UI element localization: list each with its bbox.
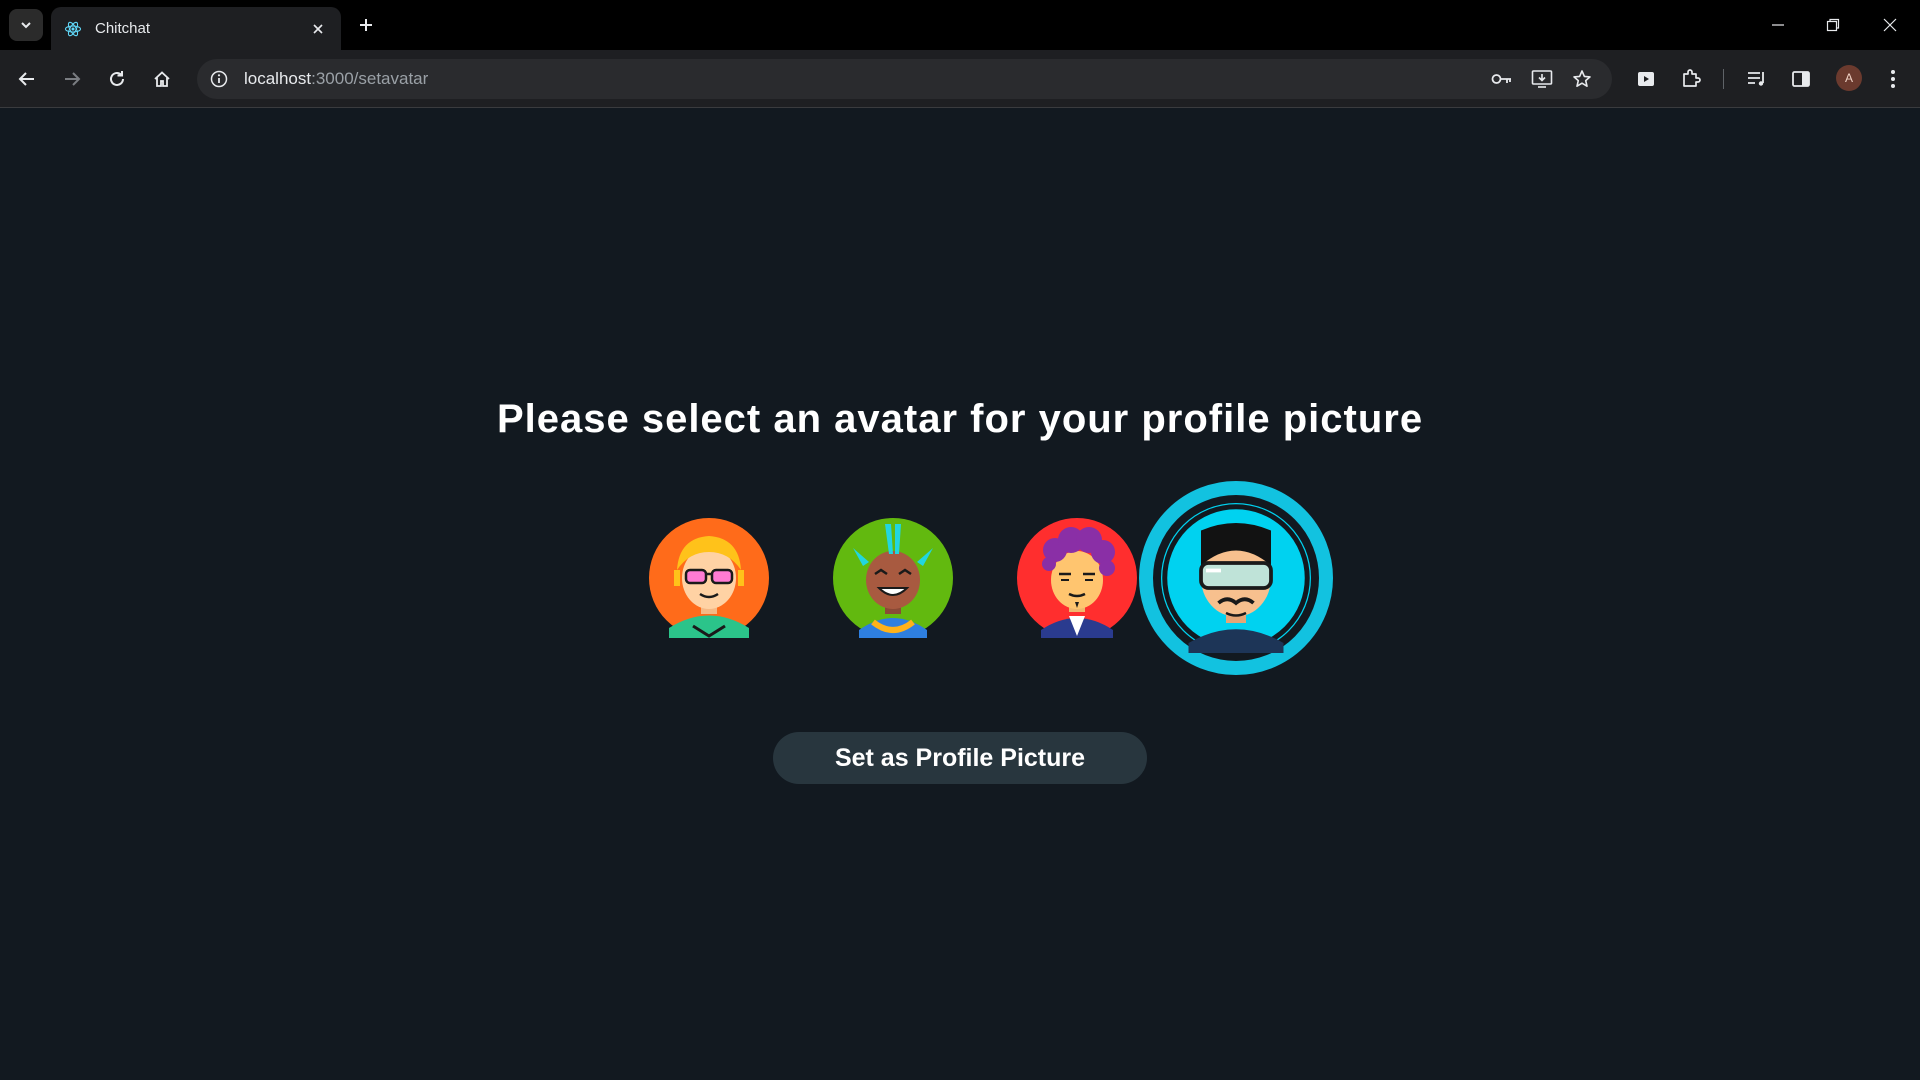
minimize-button[interactable]: [1750, 0, 1806, 50]
avatar-list: [612, 481, 1333, 675]
profile-avatar[interactable]: A: [1836, 65, 1862, 91]
set-profile-picture-button[interactable]: Set as Profile Picture: [773, 732, 1147, 784]
avatar-option-2[interactable]: [796, 481, 990, 675]
tab-title: Chitchat: [95, 20, 151, 37]
tab-search-button[interactable]: [9, 9, 43, 41]
avatar-mohawk-smiling-icon: [833, 518, 953, 638]
back-button[interactable]: [10, 62, 44, 96]
arrow-right-icon: [65, 72, 81, 86]
close-icon: [313, 23, 323, 34]
playlist-icon: [1748, 72, 1764, 86]
home-button[interactable]: [145, 62, 179, 96]
extensions-button[interactable]: [1676, 64, 1706, 94]
kebab-menu-icon: [1891, 70, 1895, 88]
address-bar[interactable]: localhost:3000/setavatar: [197, 59, 1612, 99]
page-title: Please select an avatar for your profile…: [496, 397, 1424, 441]
plus-icon: [360, 19, 372, 31]
react-favicon-icon: [63, 19, 83, 39]
minimize-icon: [1772, 24, 1784, 26]
avatar-vr-goggles-mustache-icon: [1161, 503, 1311, 653]
new-tab-button[interactable]: [353, 12, 379, 38]
arrow-left-icon: [18, 72, 34, 86]
media-extension-button[interactable]: [1631, 64, 1661, 94]
install-icon: [1531, 70, 1553, 88]
side-panel-icon: [1792, 71, 1810, 87]
avatar-option-4-selected[interactable]: [1139, 481, 1333, 675]
password-key-button[interactable]: [1489, 67, 1515, 91]
site-info-button[interactable]: [207, 67, 231, 91]
url-host: localhost: [244, 69, 312, 88]
close-window-button[interactable]: [1862, 0, 1918, 50]
url-text[interactable]: localhost:3000/setavatar: [244, 69, 428, 89]
home-icon: [154, 71, 170, 87]
browser-menu-button[interactable]: [1878, 64, 1908, 94]
avatar-blonde-glasses-icon: [649, 518, 769, 638]
tab-strip: Chitchat: [0, 0, 1920, 50]
active-tab[interactable]: Chitchat: [51, 7, 341, 50]
puzzle-icon: [1683, 69, 1701, 87]
close-icon: [1883, 18, 1897, 32]
avatar-option-1[interactable]: [612, 481, 806, 675]
bookmark-button[interactable]: [1569, 67, 1595, 91]
info-icon: [210, 70, 228, 88]
toolbar-separator: [1723, 69, 1724, 89]
star-icon: [1573, 70, 1591, 87]
tab-close-button[interactable]: [307, 18, 329, 40]
side-panel-button[interactable]: [1786, 64, 1816, 94]
chevron-down-icon: [21, 22, 31, 29]
set-avatar-page: Please select an avatar for your profile…: [0, 109, 1920, 1080]
restore-button[interactable]: [1805, 0, 1861, 50]
install-app-button[interactable]: [1529, 67, 1555, 91]
url-path: :3000/setavatar: [311, 69, 429, 88]
reload-button[interactable]: [100, 62, 134, 96]
browser-toolbar: localhost:3000/setavatar A: [0, 50, 1920, 108]
forward-button[interactable]: [55, 62, 89, 96]
reload-icon: [110, 71, 124, 86]
key-icon: [1491, 74, 1511, 84]
restore-icon: [1826, 18, 1840, 32]
media-controls-button[interactable]: [1742, 64, 1772, 94]
media-extension-icon: [1638, 72, 1654, 86]
avatar-purple-curly-hair-icon: [1017, 518, 1137, 638]
